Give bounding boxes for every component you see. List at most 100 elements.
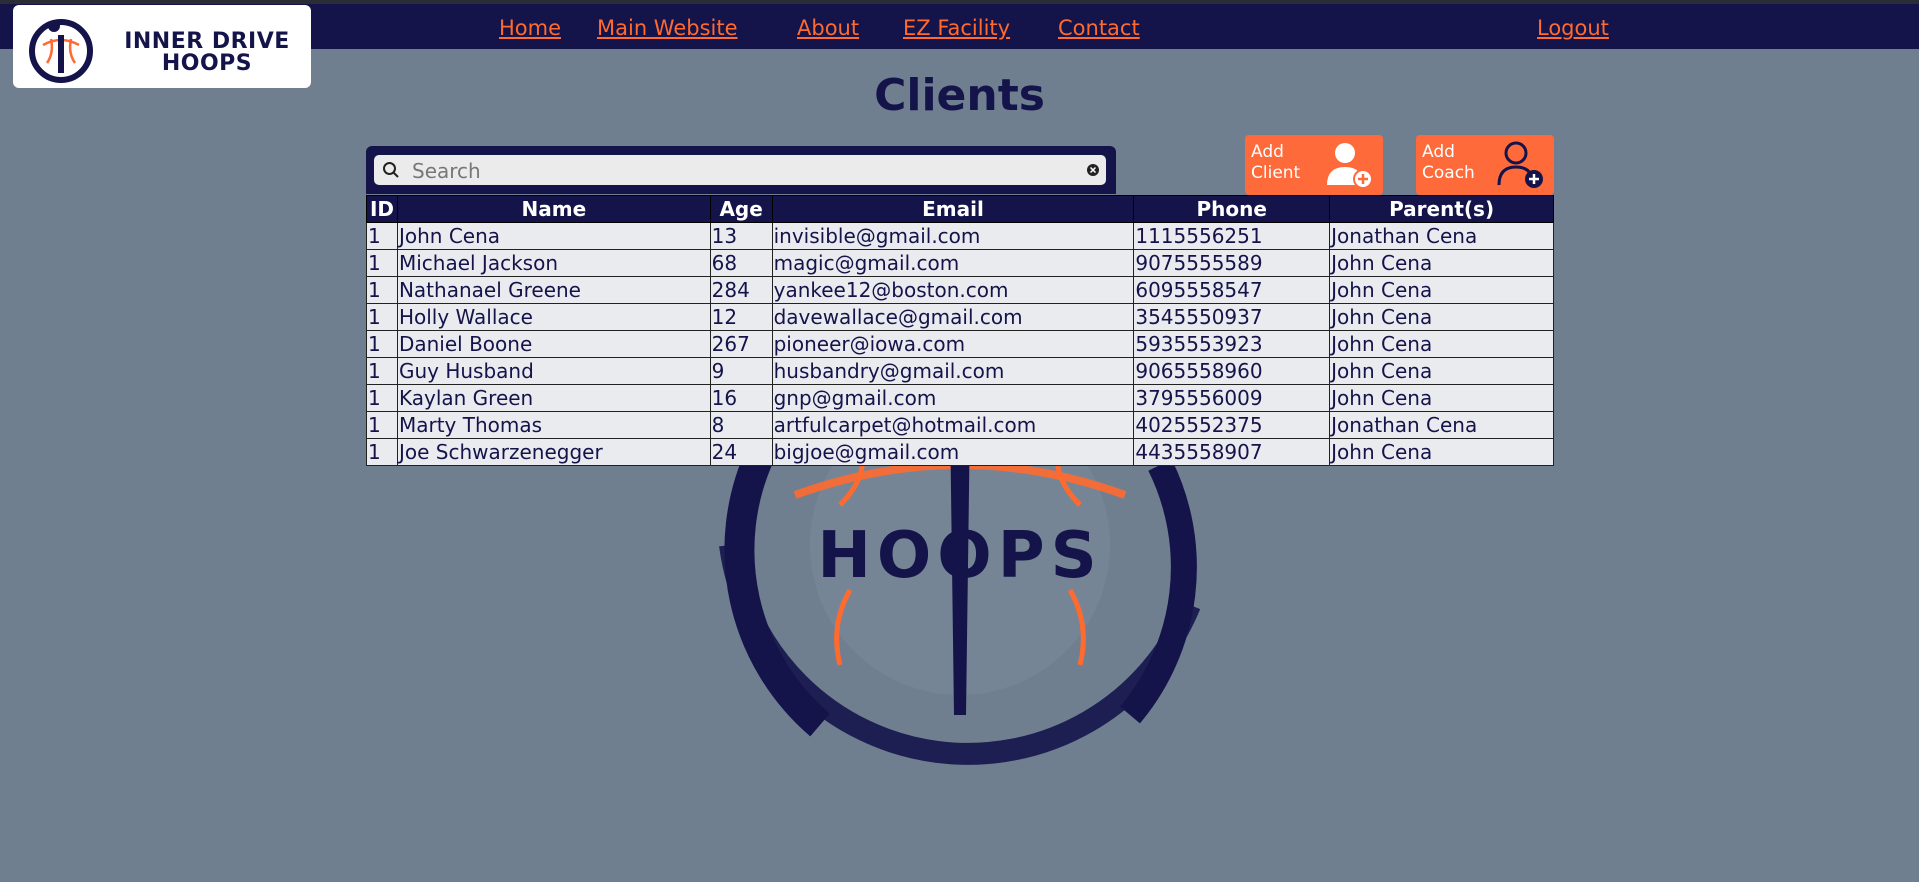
cell-name: Guy Husband xyxy=(396,357,711,385)
add-client-label: Add Client xyxy=(1251,142,1321,184)
cell-age: 8 xyxy=(709,411,773,439)
col-header-id[interactable]: ID xyxy=(366,195,398,223)
table-row[interactable]: 1 Joe Schwarzenegger 24 bigjoe@gmail.com… xyxy=(366,438,1554,466)
col-header-age[interactable]: Age xyxy=(709,195,773,223)
cell-parents: Jonathan Cena xyxy=(1329,222,1554,250)
add-coach-label: Add Coach xyxy=(1422,142,1492,184)
cell-email: yankee12@boston.com xyxy=(771,276,1135,304)
header-row: ID Name Age Email Phone Parent(s) xyxy=(366,195,1554,223)
cell-email: invisible@gmail.com xyxy=(771,222,1135,250)
cell-name: Nathanael Greene xyxy=(396,276,711,304)
cell-age: 267 xyxy=(709,330,773,358)
table-row[interactable]: 1 Guy Husband 9 husbandry@gmail.com 9065… xyxy=(366,357,1554,385)
add-client-button[interactable]: Add Client xyxy=(1245,135,1383,195)
search-icon xyxy=(383,162,399,178)
cell-age: 12 xyxy=(709,303,773,331)
cell-name: Joe Schwarzenegger xyxy=(396,438,711,466)
nav-home-link[interactable]: Home xyxy=(499,16,561,40)
cell-parents: Jonathan Cena xyxy=(1329,411,1554,439)
cell-parents: John Cena xyxy=(1329,249,1554,277)
cell-id: 1 xyxy=(366,303,398,331)
clear-icon[interactable] xyxy=(1086,163,1100,177)
cell-phone: 6095558547 xyxy=(1133,276,1331,304)
cell-email: davewallace@gmail.com xyxy=(771,303,1135,331)
cell-name: Kaylan Green xyxy=(396,384,711,412)
cell-id: 1 xyxy=(366,330,398,358)
cell-email: husbandry@gmail.com xyxy=(771,357,1135,385)
add-client-label-line2: Client xyxy=(1251,163,1301,183)
cell-parents: John Cena xyxy=(1329,357,1554,385)
cell-id: 1 xyxy=(366,276,398,304)
cell-phone: 5935553923 xyxy=(1133,330,1331,358)
basketball-logo-icon xyxy=(29,19,93,83)
table-row[interactable]: 1 Kaylan Green 16 gnp@gmail.com 37955560… xyxy=(366,384,1554,412)
nav-contact-link[interactable]: Contact xyxy=(1058,16,1140,40)
cell-email: gnp@gmail.com xyxy=(771,384,1135,412)
cell-age: 16 xyxy=(709,384,773,412)
cell-email: artfulcarpet@hotmail.com xyxy=(771,411,1135,439)
search-field[interactable] xyxy=(374,155,1106,185)
cell-name: Marty Thomas xyxy=(396,411,711,439)
cell-age: 24 xyxy=(709,438,773,466)
brand-name-line2: HOOPS xyxy=(161,51,253,76)
add-client-label-line1: Add xyxy=(1251,142,1284,162)
search-bar xyxy=(366,146,1116,194)
add-coach-label-line2: Coach xyxy=(1422,163,1475,183)
cell-email: bigjoe@gmail.com xyxy=(771,438,1135,466)
cell-email: pioneer@iowa.com xyxy=(771,330,1135,358)
brand-name: INNER DRIVE HOOPS xyxy=(109,31,305,75)
col-header-name[interactable]: Name xyxy=(396,195,711,223)
cell-phone: 9065558960 xyxy=(1133,357,1331,385)
cell-age: 284 xyxy=(709,276,773,304)
col-header-email[interactable]: Email xyxy=(771,195,1135,223)
search-input[interactable] xyxy=(410,157,1074,185)
cell-email: magic@gmail.com xyxy=(771,249,1135,277)
table-row[interactable]: 1 Holly Wallace 12 davewallace@gmail.com… xyxy=(366,303,1554,331)
add-coach-button[interactable]: Add Coach xyxy=(1416,135,1554,195)
cell-parents: John Cena xyxy=(1329,303,1554,331)
nav-ez-facility-link[interactable]: EZ Facility xyxy=(903,16,1010,40)
clients-table: ID Name Age Email Phone Parent(s) 1 John… xyxy=(366,195,1554,466)
cell-name: Michael Jackson xyxy=(396,249,711,277)
brand-name-line1: INNER DRIVE xyxy=(124,29,290,54)
cell-phone: 3545550937 xyxy=(1133,303,1331,331)
cell-parents: John Cena xyxy=(1329,276,1554,304)
cell-parents: John Cena xyxy=(1329,438,1554,466)
col-header-parents[interactable]: Parent(s) xyxy=(1329,195,1554,223)
cell-parents: John Cena xyxy=(1329,384,1554,412)
cell-id: 1 xyxy=(366,438,398,466)
add-coach-label-line1: Add xyxy=(1422,142,1455,162)
cell-phone: 3795556009 xyxy=(1133,384,1331,412)
nav-main-website-link[interactable]: Main Website xyxy=(597,16,738,40)
table-row[interactable]: 1 John Cena 13 invisible@gmail.com 11155… xyxy=(366,222,1554,250)
cell-phone: 4435558907 xyxy=(1133,438,1331,466)
col-header-phone[interactable]: Phone xyxy=(1133,195,1331,223)
clients-table-header: ID Name Age Email Phone Parent(s) xyxy=(366,195,1554,223)
cell-age: 9 xyxy=(709,357,773,385)
add-user-outline-icon xyxy=(1497,141,1543,188)
cell-id: 1 xyxy=(366,384,398,412)
add-user-icon xyxy=(1327,143,1373,189)
table-row[interactable]: 1 Nathanael Greene 284 yankee12@boston.c… xyxy=(366,276,1554,304)
table-row[interactable]: 1 Michael Jackson 68 magic@gmail.com 907… xyxy=(366,249,1554,277)
nav-about-link[interactable]: About xyxy=(797,16,859,40)
watermark-hoops-text: HOOPS xyxy=(817,519,1102,593)
table-row[interactable]: 1 Marty Thomas 8 artfulcarpet@hotmail.co… xyxy=(366,411,1554,439)
cell-phone: 1115556251 xyxy=(1133,222,1331,250)
cell-name: John Cena xyxy=(396,222,711,250)
clients-table-body: 1 John Cena 13 invisible@gmail.com 11155… xyxy=(366,222,1554,466)
cell-phone: 9075555589 xyxy=(1133,249,1331,277)
nav-logout-link[interactable]: Logout xyxy=(1537,16,1609,40)
cell-name: Daniel Boone xyxy=(396,330,711,358)
brand-logo[interactable]: INNER DRIVE HOOPS xyxy=(13,5,311,88)
cell-id: 1 xyxy=(366,411,398,439)
cell-age: 68 xyxy=(709,249,773,277)
cell-id: 1 xyxy=(366,222,398,250)
table-row[interactable]: 1 Daniel Boone 267 pioneer@iowa.com 5935… xyxy=(366,330,1554,358)
cell-id: 1 xyxy=(366,249,398,277)
cell-name: Holly Wallace xyxy=(396,303,711,331)
cell-age: 13 xyxy=(709,222,773,250)
cell-id: 1 xyxy=(366,357,398,385)
cell-parents: John Cena xyxy=(1329,330,1554,358)
cell-phone: 4025552375 xyxy=(1133,411,1331,439)
